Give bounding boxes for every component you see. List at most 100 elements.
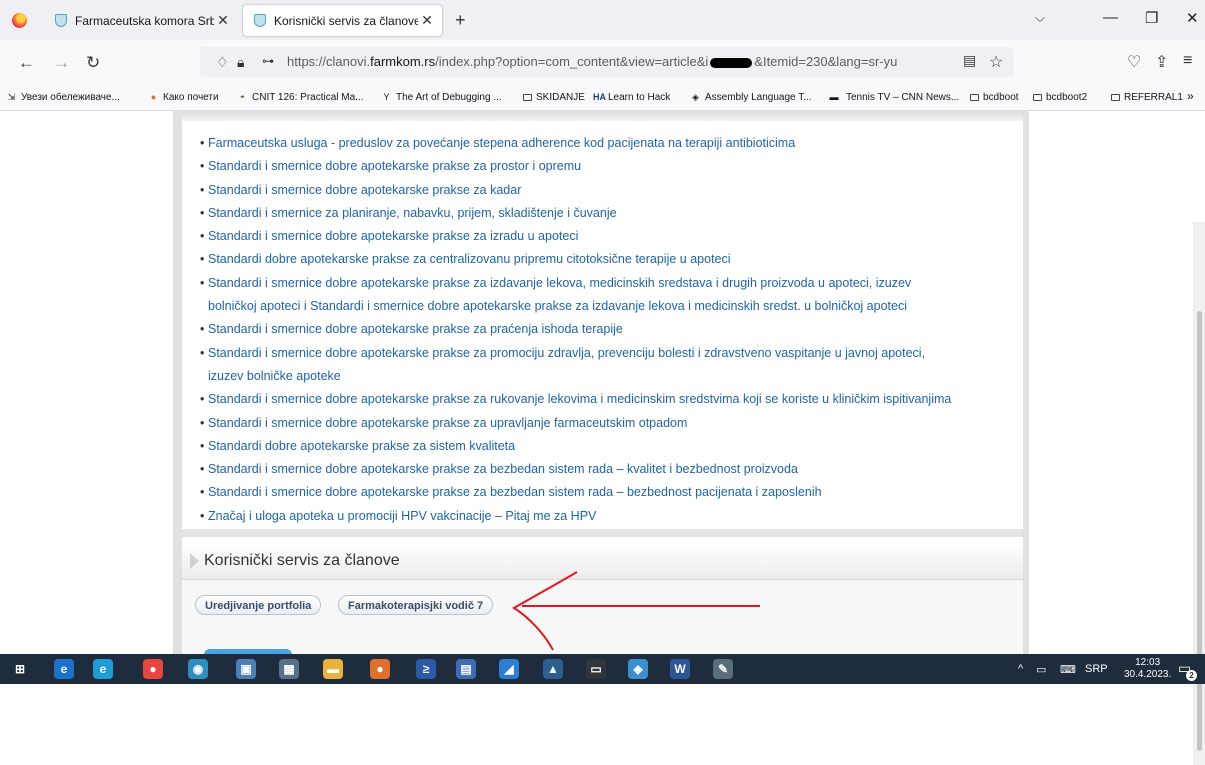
minimize-button[interactable]: — [1103,9,1118,26]
steam-icon[interactable]: ▲ [543,659,563,679]
notes-icon[interactable]: ◈ [628,659,648,679]
document-link[interactable]: Standardi i smernice dobre apotekarske p… [200,481,951,505]
tab-title: Korisnički servis za članove [274,13,418,28]
document-link[interactable]: Standardi dobre apotekarske prakse za si… [200,435,951,459]
tab-korisnicki-servis[interactable]: Korisnički servis za članove ✕ [243,5,442,36]
bookmark-item[interactable]: REFERRAL1 [1111,92,1183,103]
shield-outline-icon[interactable]: ♢ [216,54,229,71]
bookmark-item[interactable]: ◈ Assembly Language T... [690,92,812,103]
tray-chevron-up-icon[interactable]: ^ [1018,663,1023,675]
powershell-icon[interactable]: ≥ [416,659,436,679]
firefox-icon[interactable]: ● [370,659,390,679]
windows-start-icon[interactable]: ⊞ [10,659,30,679]
document-link-continued[interactable]: izuzev bolničke apoteke [200,365,951,388]
tab-farmaceutska-komora[interactable]: Farmaceutska komora Srbije ✕ [44,5,238,36]
terminal-icon[interactable]: ▭ [586,659,606,679]
language-indicator[interactable]: SRP [1085,663,1108,675]
document-link[interactable]: Standardi dobre apotekarske prakse za ce… [200,248,951,272]
windows-taskbar: ^ ▭ ⌨︎ SRP 12:03 30.4.2023. ▭ ⊞ e e ● ◉ ▣ ▦ ▬ ● ≥… [0,654,1205,684]
bookmark-label: SKIDANJE [536,92,585,103]
right-frame [1023,111,1029,654]
pocket-icon[interactable]: ♡ [1127,52,1141,72]
internet-explorer-icon[interactable]: e [54,659,74,679]
pharmacotherapy-guide-button[interactable]: Farmakoterapisjki vodič 7 [338,595,494,615]
bookmark-item[interactable]: ◓ CNIT 126: Practical Ma... [237,92,364,103]
shield-icon [54,13,68,28]
bookmark-item[interactable]: bcdboot2 [1033,92,1087,103]
file-explorer-icon[interactable]: ▬ [323,659,343,679]
tab-bar: Farmaceutska komora Srbije ✕ Korisnički … [0,0,1205,40]
scrollbar-thumb[interactable] [1197,311,1202,751]
save-disk-icon[interactable]: ▤ [456,659,476,679]
document-link[interactable]: Farmaceutska usluga - preduslov za poveć… [200,132,951,156]
key-icon[interactable]: ⊶ [262,54,274,68]
edit-portfolio-button[interactable]: Uredjivanje portfolia [195,595,322,615]
document-link[interactable]: Standardi i smernice dobre apotekarske p… [200,155,951,179]
keyboard-tray-icon[interactable]: ⌨︎ [1060,663,1076,676]
word-icon[interactable]: W [670,659,690,679]
close-icon[interactable]: ✕ [214,12,232,29]
left-frame [173,111,182,654]
paint-icon[interactable]: ✎ [713,659,733,679]
member-services-section: Korisnički servis za članove Uredjivanje… [182,543,1023,657]
bookmarks-overflow-button[interactable]: » [1187,89,1194,103]
chrome-icon[interactable]: ● [143,659,163,679]
reload-icon[interactable]: ↻ [86,53,100,73]
bookmark-item[interactable]: bcdboot [970,92,1019,103]
network-tray-icon[interactable]: ▭ [1036,663,1046,676]
reader-view-icon[interactable]: ▤ [963,52,976,69]
bookmark-label: Assembly Language T... [705,92,812,103]
folder-icon [970,94,979,101]
bookmarks-toolbar: ⇲ Увези обележиваче... ● Како почети ◓ CNIT… [0,86,1205,111]
document-link[interactable]: Standardi i smernice dobre apotekarske p… [200,225,951,249]
calculator-icon[interactable]: ▦ [279,659,299,679]
lock-icon[interactable]: 🔒︎ [237,54,244,71]
new-tab-button[interactable]: + [455,10,466,31]
document-link[interactable]: Standardi i smernice dobre apotekarske p… [200,458,951,482]
document-link[interactable]: Standardi i smernice dobre apotekarske p… [200,318,951,342]
back-arrow-icon[interactable]: ← [18,53,35,73]
page-content: Farmaceutska usluga - preduslov za poveć… [0,111,1205,765]
document-link[interactable]: Standardi i smernice za planiranje, naba… [200,202,951,226]
import-icon: ⇲ [7,92,16,102]
document-link[interactable]: Standardi i smernice dobre apotekarske p… [200,342,951,366]
bookmark-item[interactable]: HA Learn to Hack [593,92,670,103]
network-icon[interactable]: ◉ [188,659,208,679]
blue-app-icon[interactable]: ◢ [499,659,519,679]
document-link[interactable]: Značaj i uloga apoteka u promociji HPV v… [200,505,951,529]
firefox-icon: ● [150,92,157,102]
bookmark-item[interactable]: ⇲ Увези обележиваче... [6,92,120,103]
bookmark-item[interactable]: Y The Art of Debugging ... [381,92,501,103]
close-icon[interactable]: ✕ [418,12,436,29]
url-text[interactable]: https://clanovi.farmkom.rs/index.php?opt… [287,54,897,69]
clock-time: 12:03 [1135,657,1161,668]
folder-icon [523,94,532,101]
document-link[interactable]: Standardi i smernice dobre apotekarske p… [200,272,951,296]
panel-top-border [182,111,1023,121]
clock-date: 30.4.2023. [1124,669,1172,680]
share-icon[interactable]: ⇪ [1155,52,1168,72]
bookmark-label: CNIT 126: Practical Ma... [252,92,364,103]
document-link[interactable]: Standardi i smernice dobre apotekarske p… [200,179,951,203]
list-all-tabs-button[interactable]: ⌵ [1035,10,1045,26]
restore-button[interactable]: ❐ [1145,9,1158,27]
bookmark-label: bcdboot2 [1046,92,1088,103]
bookmark-item[interactable]: ● Како почети [148,92,219,103]
bookmark-item[interactable]: SKIDANJE [523,92,585,103]
url-suffix: &Itemid=230&lang=sr-yu [754,54,898,69]
clock[interactable]: 12:03 30.4.2023. [1124,657,1171,681]
computer-icon[interactable]: ▣ [236,659,256,679]
bookmark-item[interactable]: ▬ Tennis TV – CNN News... [826,92,960,103]
document-link[interactable]: Standardi i smernice dobre apotekarske p… [200,388,951,412]
documents-list: Farmaceutska usluga - preduslov za poveć… [200,132,951,528]
firefox-logo-icon[interactable] [12,13,27,28]
edge-icon[interactable]: e [93,659,113,679]
document-link[interactable]: Standardi i smernice dobre apotekarske p… [200,412,951,436]
forward-arrow-icon[interactable]: → [53,53,70,73]
bookmark-star-icon[interactable]: ☆ [989,52,1003,72]
document-link-continued[interactable]: bolničkoj apoteci i Standardi i smernice… [200,295,951,318]
window-close-button[interactable]: ✕ [1186,9,1199,27]
site-icon: ◓ [239,92,246,102]
redaction-mark [710,57,753,68]
menu-icon[interactable]: ≡ [1183,52,1192,70]
